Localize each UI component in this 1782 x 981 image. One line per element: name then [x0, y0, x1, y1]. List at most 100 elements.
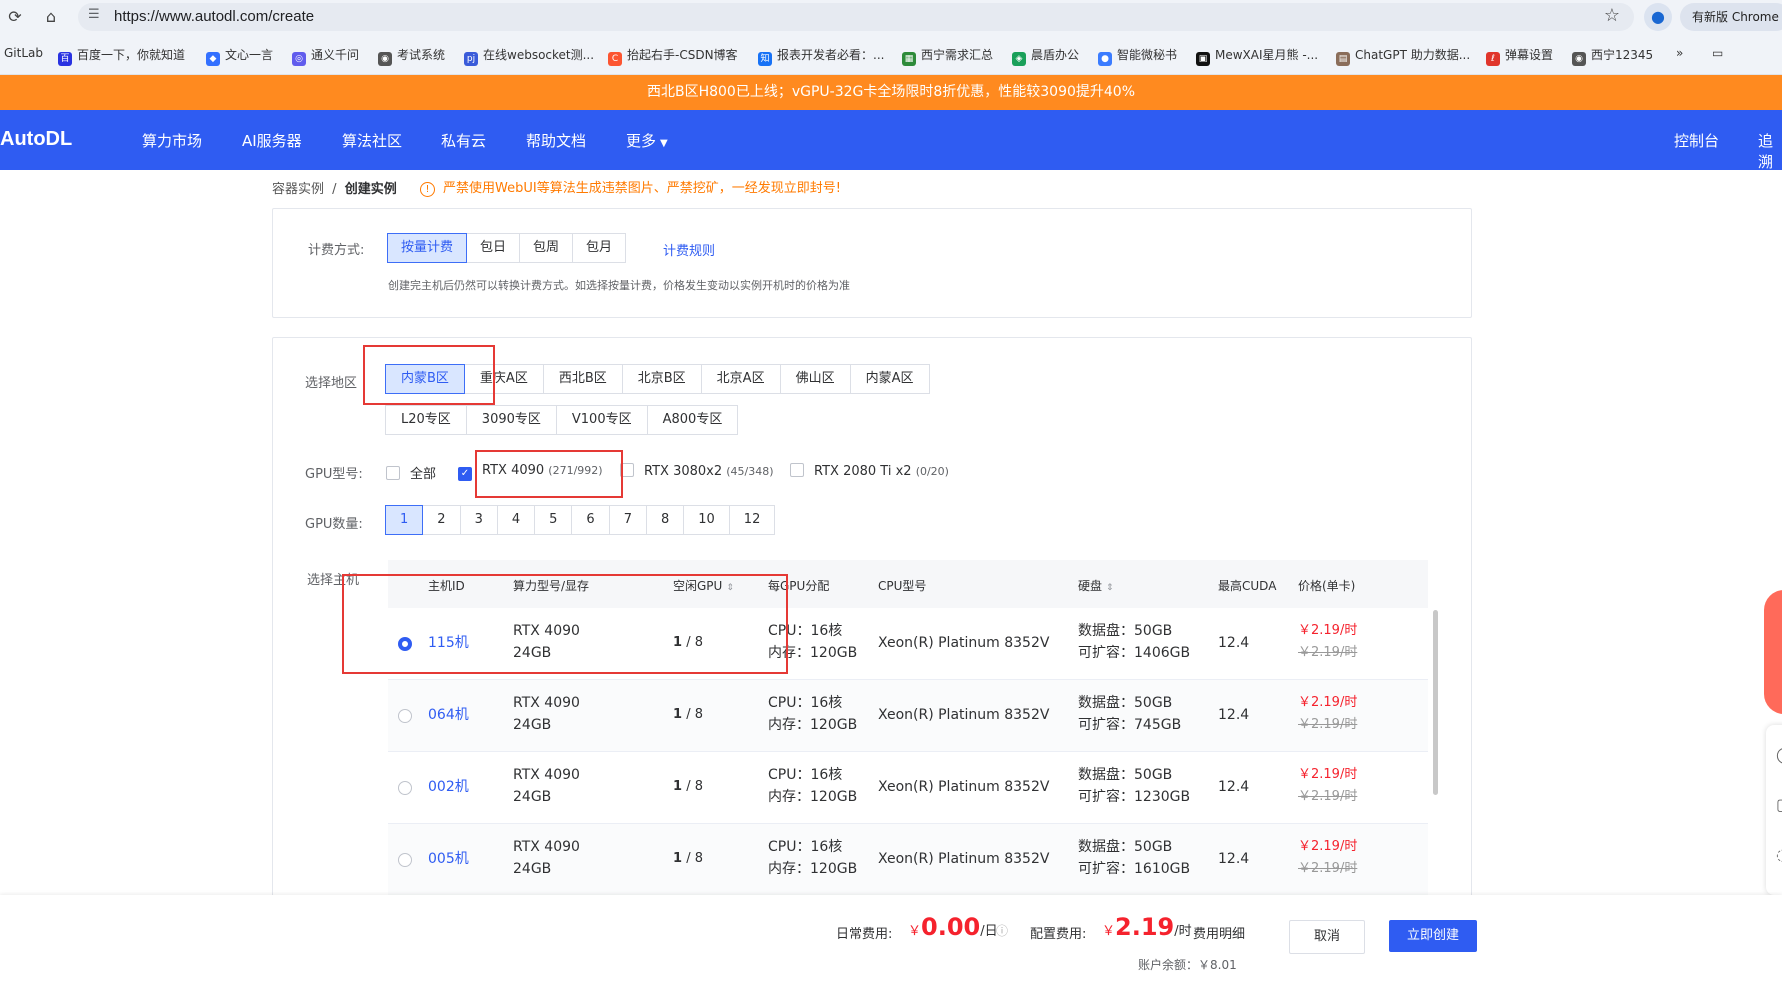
bookmark-item[interactable]: 知报表开发者必看：... [758, 46, 884, 66]
billing-option-hourly[interactable]: 按量计费 [387, 233, 468, 263]
free-gpu: 1 / 8 [673, 776, 703, 798]
create-now-button[interactable]: 立即创建 [1389, 920, 1477, 952]
gpu-count-option[interactable]: 1 [385, 505, 424, 535]
region-option-chongqing-a[interactable]: 重庆A区 [463, 364, 544, 394]
bookmark-item[interactable]: ● 智能微秘书 [1098, 46, 1177, 66]
bookmark-star-icon[interactable]: ☆ [1604, 5, 1620, 26]
announcement-bar[interactable]: 西北B区H800已上线；vGPU-32G卡全场限时8折优惠，性能较3090提升4… [0, 75, 1782, 110]
billing-option-daily[interactable]: 包日 [466, 233, 521, 263]
table-row[interactable]: 002机 RTX 4090 24GB 1 / 8 CPU：16核 内存：120G… [388, 752, 1428, 824]
nav-item-compute-market[interactable]: 算力市场 [142, 130, 202, 151]
region-option-a800[interactable]: A800专区 [646, 405, 739, 435]
bookmark-item[interactable]: ℓ 弹幕设置 [1486, 46, 1553, 66]
bookmark-item[interactable]: ◈ 晨盾办公 [1012, 46, 1079, 66]
free-gpu: 1 / 8 [673, 848, 703, 870]
price: ￥2.19/时 [1298, 623, 1358, 638]
region-option-neimeng-a[interactable]: 内蒙A区 [849, 364, 930, 394]
nav-item-more[interactable]: 更多 ▼ [626, 130, 668, 151]
nav-item-help-docs[interactable]: 帮助文档 [526, 130, 586, 151]
billing-option-weekly[interactable]: 包周 [519, 233, 574, 263]
gpu-count-option[interactable]: 3 [459, 505, 498, 535]
gpu-count-option[interactable]: 6 [571, 505, 610, 535]
promo-float-icon[interactable] [1764, 590, 1782, 714]
gpu-model-name: 全部 [410, 467, 437, 482]
address-bar[interactable]: ☰ https://www.autodl.com/create ☆ [78, 3, 1634, 31]
region-option-v100[interactable]: V100专区 [555, 405, 648, 435]
nav-item-ai-server[interactable]: AI服务器 [242, 130, 302, 151]
gpu-model-option-all[interactable]: 全部 [386, 463, 436, 482]
site-settings-icon[interactable]: ☰ [88, 7, 100, 22]
profile-avatar-icon[interactable]: ● [1644, 3, 1672, 31]
table-row[interactable]: 005机 RTX 4090 24GB 1 / 8 CPU：16核 内存：120G… [388, 824, 1428, 896]
help-circle-icon[interactable]: ⓘ [996, 922, 1008, 939]
bookmark-item[interactable]: ▤ ChatGPT 助力数据... [1336, 46, 1470, 66]
radio-icon[interactable] [398, 853, 412, 867]
radio-icon[interactable] [398, 709, 412, 723]
table-row[interactable]: 064机 RTX 4090 24GB 1 / 8 CPU：16核 内存：120G… [388, 680, 1428, 752]
region-option-beijing-a[interactable]: 北京A区 [700, 364, 781, 394]
bookmark-item[interactable]: ◎ 通义千问 [292, 46, 359, 66]
gpu-count-option[interactable]: 10 [683, 505, 730, 535]
table-row[interactable]: 115机 RTX 4090 24GB 1 / 8 CPU：16核 内存：120G… [388, 608, 1428, 680]
billing-note: 创建完主机后仍然可以转换计费方式。如选择按量计费，价格发生变动以实例开机时的价格… [388, 279, 850, 292]
nav-extra[interactable]: 追溯 [1758, 130, 1782, 172]
billing-rules-link[interactable]: 计费规则 [663, 240, 715, 259]
chat-icon[interactable]: ◯ [1776, 745, 1782, 764]
region-option-neimeng-b[interactable]: 内蒙B区 [385, 364, 465, 394]
gpu-count-option[interactable]: 4 [496, 505, 536, 535]
bookmark-item[interactable]: ▦ 西宁需求汇总 [902, 46, 993, 66]
region-option-foshan[interactable]: 佛山区 [779, 364, 851, 394]
radio-selected-icon[interactable] [398, 637, 412, 651]
config-cost-unit: /时 [1174, 924, 1192, 939]
total-count: / 8 [686, 707, 703, 722]
ram: 内存：120GB [768, 861, 858, 877]
bookmark-item[interactable]: ◉ 西宁12345 [1572, 46, 1653, 66]
region-option-l20[interactable]: L20专区 [385, 405, 467, 435]
bookmarks-folder-icon[interactable]: ▭ [1712, 46, 1723, 60]
chrome-update-button[interactable]: 有新版 Chrome [1680, 3, 1782, 31]
site-logo[interactable]: AutoDL [0, 128, 72, 151]
bookmark-item[interactable]: ▣ MewXAI星月熊 -... [1196, 46, 1318, 66]
gpu-count-option[interactable]: 8 [645, 505, 685, 535]
cost-detail-link[interactable]: 费用明细 [1193, 923, 1245, 942]
feedback-icon[interactable]: ▢ [1776, 795, 1782, 814]
col-header-free-gpu[interactable]: 空闲GPU ⇕ [673, 577, 734, 594]
total-count: / 8 [686, 779, 703, 794]
bookmark-item[interactable]: ◆ 文心一言 [206, 46, 273, 66]
nav-console[interactable]: 控制台 [1674, 130, 1719, 151]
warning-text: 严禁使用WebUI等算法生成违禁图片、严禁挖矿，一经发现立即封号! [443, 181, 841, 196]
gpu-model-option-rtx3080x2[interactable]: RTX 3080x2 (45/348) [620, 463, 774, 479]
bookmark-item[interactable]: 百百度一下，你就知道 [58, 46, 185, 66]
host-id[interactable]: 115机 [428, 632, 469, 654]
host-id[interactable]: 064机 [428, 704, 469, 726]
nav-item-private-cloud[interactable]: 私有云 [441, 130, 486, 151]
cancel-button[interactable]: 取消 [1289, 920, 1365, 954]
gpu-count-option[interactable]: 7 [608, 505, 647, 535]
nav-item-algorithm-community[interactable]: 算法社区 [342, 130, 402, 151]
more-bookmarks-icon[interactable]: » [1676, 46, 1683, 60]
region-option-3090[interactable]: 3090专区 [465, 405, 557, 435]
breadcrumb-parent[interactable]: 容器实例 [272, 182, 324, 197]
radio-icon[interactable] [398, 781, 412, 795]
billing-option-monthly[interactable]: 包月 [572, 233, 627, 263]
gpu-count-option[interactable]: 12 [728, 505, 776, 535]
region-option-xibei-b[interactable]: 西北B区 [542, 364, 623, 394]
host-id[interactable]: 002机 [428, 776, 469, 798]
host-id[interactable]: 005机 [428, 848, 469, 870]
contact-icon[interactable]: ◌ [1776, 845, 1782, 864]
gpu-model-option-rtx4090[interactable]: ✓ RTX 4090 (271/992) [458, 463, 603, 481]
col-header-disk[interactable]: 硬盘 ⇕ [1078, 577, 1114, 594]
gpu-model-option-rtx2080tix2[interactable]: RTX 2080 Ti x2 (0/20) [790, 463, 949, 479]
globe-icon: ◉ [1572, 52, 1586, 66]
region-option-beijing-b[interactable]: 北京B区 [621, 364, 702, 394]
table-scrollbar[interactable] [1433, 610, 1438, 795]
home-icon[interactable]: ⌂ [40, 6, 62, 28]
bookmark-item[interactable]: GitLab [4, 46, 43, 60]
reload-icon[interactable]: ⟳ [4, 6, 26, 28]
bilibili-icon: ℓ [1486, 52, 1500, 66]
bookmark-item[interactable]: ◉ 考试系统 [378, 46, 445, 66]
gpu-count-option[interactable]: 2 [422, 505, 461, 535]
bookmark-item[interactable]: C 抬起右手-CSDN博客 [608, 46, 738, 66]
gpu-count-option[interactable]: 5 [534, 505, 573, 535]
bookmark-item[interactable]: pj 在线websocket测... [464, 46, 594, 66]
